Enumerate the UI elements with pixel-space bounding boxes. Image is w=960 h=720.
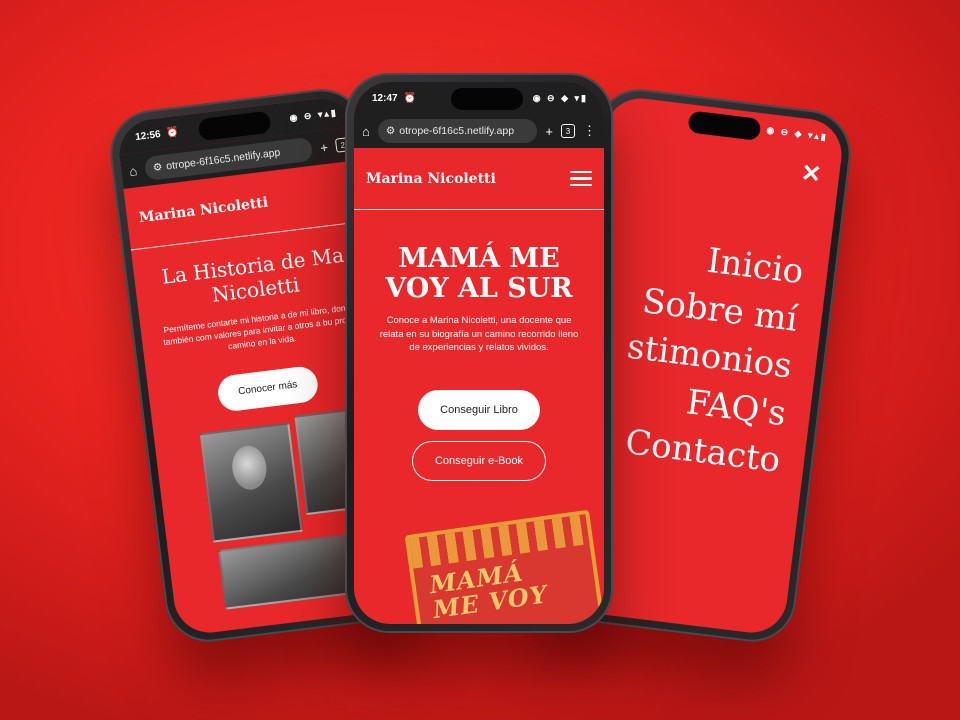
hero-description: Conoce a Marina Nicoletti, una docente q… [379,315,579,354]
home-icon[interactable]: ⌂ [362,124,370,139]
url-text: otrope-6f16c5.netlify.app [165,146,281,173]
add-tab-icon[interactable]: + [319,139,328,155]
phone-screen-center: 12:47 ⏰ ◉ ⊖ ◆ ▾▮ ⌂ ⚙ otrope-6f16c5.netli… [354,82,604,624]
portrait-face [229,443,269,492]
status-time: 12:47 [372,92,398,104]
site-header: Marina Nicoletti [354,148,604,210]
site-settings-icon[interactable]: ⚙ [386,125,395,137]
status-icons: ◉ ⊖ ◆ ▾▮ [532,92,588,103]
get-book-button[interactable]: Conseguir Libro [418,390,540,431]
hero-title: MAMÁ ME VOY AL SUR [354,243,604,305]
menu-icon-bar [570,183,592,187]
get-ebook-button[interactable]: Conseguir e-Book [412,441,546,482]
status-icons: ◉ ⊖ ▾▴▮ [288,106,339,123]
hero-title-line1: MAMÁ ME [398,243,560,274]
close-icon[interactable]: ✕ [799,158,823,189]
phone-mockup-center: 12:47 ⏰ ◉ ⊖ ◆ ▾▮ ⌂ ⚙ otrope-6f16c5.netli… [345,73,613,633]
menu-icon-bar [570,177,592,180]
alarm-icon: ⏰ [165,126,180,139]
hero-title-line2: VOY AL SUR [385,273,573,305]
learn-more-button[interactable]: Conocer más [216,364,320,413]
more-icon[interactable]: ⋮ [583,123,596,139]
address-field[interactable]: ⚙ otrope-6f16c5.netlify.app [377,119,538,143]
alarm-icon: ⏰ [403,92,417,104]
nav-menu: Inicio Sobre mí stimonios FAQ's Contacto [613,229,806,485]
dynamic-island [451,88,523,110]
browser-url-bar: ⌂ ⚙ otrope-6f16c5.netlify.app + 3 ⋮ [354,114,604,148]
author-photo [199,422,303,543]
status-icons: ⏰ ◉ ⊖ ◆ ▾▴▮ [748,122,829,142]
site-settings-icon[interactable]: ⚙ [152,161,163,174]
menu-icon[interactable] [570,170,592,187]
menu-icon-bar [570,170,592,174]
book-cover-title: MAMÁ ME VOY [428,557,550,624]
brand-logo[interactable]: Marina Nicoletti [366,171,496,187]
status-time: 12:56 [134,128,162,143]
home-icon[interactable]: ⌂ [128,163,138,179]
tabs-icon[interactable]: 3 [561,124,575,138]
add-tab-icon[interactable]: + [545,124,553,139]
url-text: otrope-6f16c5.netlify.app [399,125,515,137]
brand-logo[interactable]: Marina Nicoletti [138,194,269,226]
book-cover-image: MAMÁ ME VOY [404,509,604,624]
